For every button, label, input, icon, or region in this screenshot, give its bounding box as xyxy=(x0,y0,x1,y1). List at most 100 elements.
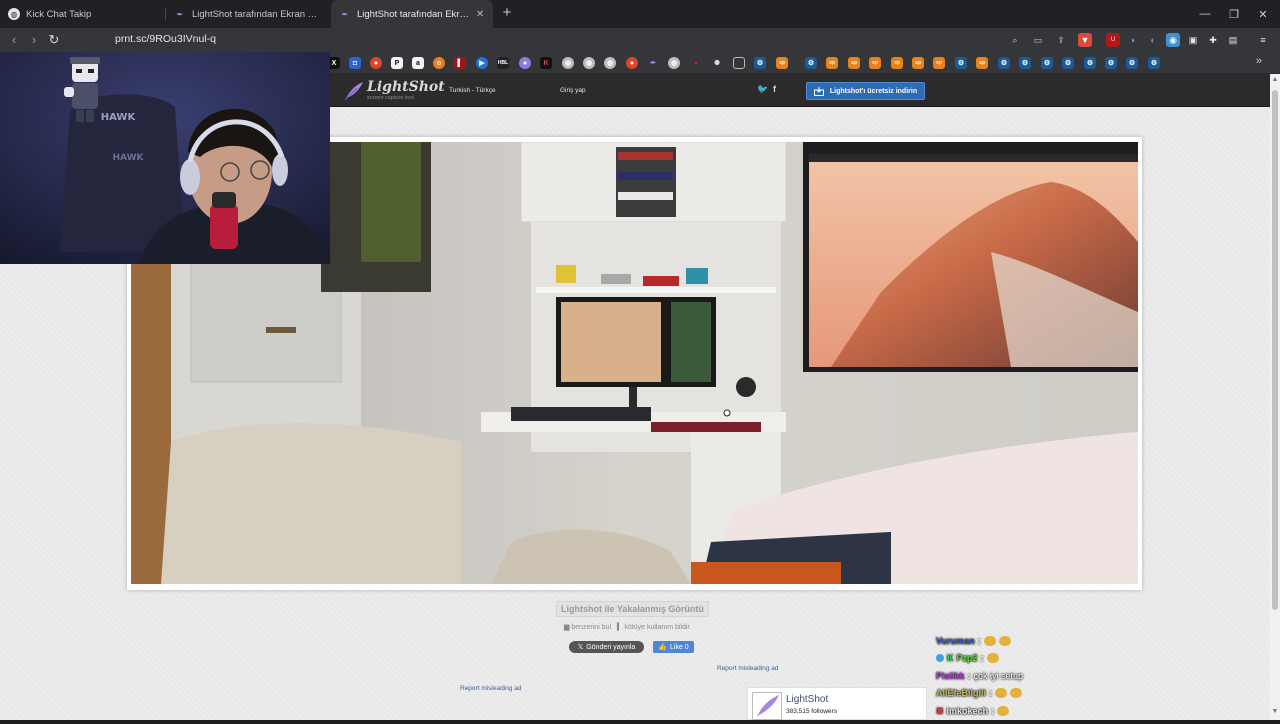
bookmark-globe-icon[interactable]: ◍ xyxy=(604,57,616,69)
emote-icon xyxy=(983,636,996,646)
chat-message: K Pzp2 : xyxy=(936,651,999,665)
bookmark-skinport-icon[interactable]: sp xyxy=(826,57,838,69)
bookmark-reddit-icon[interactable]: ● xyxy=(370,57,382,69)
cast-icon[interactable]: ▭ xyxy=(1031,33,1045,47)
bookmark-red-icon[interactable]: ▌ xyxy=(454,57,466,69)
bookmark-reddit-icon[interactable]: ● xyxy=(626,57,638,69)
bookmark-steam-icon[interactable]: ⚙ xyxy=(1041,57,1053,69)
bookmark-folder-icon[interactable] xyxy=(733,57,745,69)
bookmark-steam-icon[interactable]: ⚙ xyxy=(754,57,766,69)
camera-icon: ▆ xyxy=(564,624,570,631)
extension-dim-icon[interactable]: ◐ xyxy=(1146,33,1160,47)
close-tab-icon[interactable]: ✕ xyxy=(475,9,485,20)
extensions-puzzle-icon[interactable]: ✚ xyxy=(1206,33,1220,47)
tab-kick-chat[interactable]: ◍ Kick Chat Takip xyxy=(0,0,165,28)
scroll-thumb[interactable] xyxy=(1272,90,1278,610)
lightshot-page-avatar xyxy=(752,692,782,720)
tab-lightshot-1[interactable]: ✒ LightShot tarafından Ekran Görüntüsü xyxy=(166,0,329,28)
ublock-icon[interactable]: U xyxy=(1106,33,1120,47)
bookmark-steam-icon[interactable]: ⚙ xyxy=(1019,57,1031,69)
reload-icon[interactable]: ↻ xyxy=(45,31,63,49)
chair-brand-text: HAWK xyxy=(113,153,145,163)
bookmark-amazon-icon[interactable]: a xyxy=(412,57,424,69)
emote-icon xyxy=(998,636,1011,646)
bookmark-skinport-icon[interactable]: sp xyxy=(912,57,924,69)
bookmark-steam-icon[interactable]: ⚙ xyxy=(998,57,1010,69)
bookmark-globe-icon[interactable]: ◍ xyxy=(562,57,574,69)
page-scrollbar[interactable]: ▲ ▼ xyxy=(1270,74,1280,720)
feather-logo-icon xyxy=(757,695,779,717)
bookmark-steam-icon[interactable]: ⚙ xyxy=(805,57,817,69)
chat-message: AliEfeBilgili : xyxy=(936,686,1023,700)
lightshot-logo[interactable]: LightShot screen capture tool xyxy=(343,78,445,104)
download-button[interactable]: Lightshot'ı ücretsiz indirin xyxy=(806,82,925,100)
mascot-avatar-icon xyxy=(64,57,100,122)
emote-icon xyxy=(995,688,1008,698)
forward-icon[interactable]: › xyxy=(25,31,43,49)
share-icon[interactable]: ⇪ xyxy=(1054,33,1068,47)
bookmark-skinport-icon[interactable]: sp xyxy=(776,57,788,69)
bookmark-skinport-icon[interactable]: sp xyxy=(869,57,881,69)
x-logo-icon: 𝕏 xyxy=(577,644,584,651)
chat-message: Pislikk : çok iyi setup xyxy=(936,671,1024,681)
facebook-followers: 383,515 followers xyxy=(786,708,837,715)
tweet-button[interactable]: 𝕏 Gönderi yayınla xyxy=(569,641,644,653)
bookmark-play-icon[interactable]: ▶ xyxy=(476,57,488,69)
bookmark-skinport-icon[interactable]: sp xyxy=(933,57,945,69)
globe-icon: ◍ xyxy=(8,8,20,20)
feather-icon: ✒ xyxy=(341,9,349,19)
bookmark-steam-icon[interactable]: ⚙ xyxy=(1105,57,1117,69)
bookmark-openai-icon[interactable]: ✺ xyxy=(711,57,723,69)
bookmark-globe-icon[interactable]: ◍ xyxy=(583,57,595,69)
emote-icon xyxy=(997,706,1010,716)
bookmarks-overflow-icon[interactable]: » xyxy=(1256,55,1262,67)
chat-message: Vuruman : xyxy=(936,634,1011,648)
close-window-button[interactable]: ✕ xyxy=(1246,0,1280,28)
bookmark-steam-icon[interactable]: ⚙ xyxy=(955,57,967,69)
facebook-page-name[interactable]: LightShot xyxy=(786,694,828,705)
bookmark-skinport-icon[interactable]: sp xyxy=(848,57,860,69)
facebook-like-button[interactable]: 👍 Like 0 xyxy=(653,641,694,653)
report-ad-link[interactable]: Report misleading ad xyxy=(717,665,778,672)
sidebar-icon[interactable]: ▤ xyxy=(1226,33,1240,47)
facebook-page-widget[interactable]: LightShot 383,515 followers xyxy=(747,687,927,720)
scroll-up-icon[interactable]: ▲ xyxy=(1270,76,1280,86)
browser-toolbar: ‹ › ↻ prnt.sc/9ROu3IVnul-q ⌕ ▭ ⇪ ▼ U ◗ ◐… xyxy=(0,28,1280,52)
bookmark-skinport-icon[interactable]: sp xyxy=(891,57,903,69)
bookmark-feather-icon[interactable]: ✒ xyxy=(647,57,659,69)
bookmark-steam-icon[interactable]: ⚙ xyxy=(1148,57,1160,69)
bookmark-steam-icon[interactable]: ⚙ xyxy=(1062,57,1074,69)
extension-globe-icon[interactable]: ◉ xyxy=(1166,33,1180,47)
bookmark-globe-icon[interactable]: ◍ xyxy=(668,57,680,69)
twitter-icon[interactable]: 🐦 xyxy=(757,84,768,95)
bookmark-red-dot-icon[interactable]: ● xyxy=(690,57,702,69)
bookmark-steam-icon[interactable]: ⚙ xyxy=(1126,57,1138,69)
bookmark-skinport-icon[interactable]: sp xyxy=(976,57,988,69)
bookmark-app-icon[interactable]: ◘ xyxy=(349,57,361,69)
bookmark-purple-icon[interactable]: ● xyxy=(519,57,531,69)
back-icon[interactable]: ‹ xyxy=(5,31,23,49)
report-abuse-link[interactable]: ▍ kötüye kullanım bildir xyxy=(617,623,690,631)
tab-lightshot-2[interactable]: ✒ LightShot tarafından Ekran Görüntüsü ✕ xyxy=(331,0,493,28)
zoom-icon[interactable]: ⌕ xyxy=(1008,33,1022,47)
download-icon xyxy=(813,86,824,96)
bookmark-hbl-icon[interactable]: HBL xyxy=(497,57,509,69)
brave-shield-icon[interactable]: ▼ xyxy=(1078,33,1092,47)
find-similar-link[interactable]: ▆ benzerini bul xyxy=(564,623,611,631)
new-tab-button[interactable]: + xyxy=(498,4,516,22)
extension-window-icon[interactable]: ▣ xyxy=(1186,33,1200,47)
facebook-icon[interactable]: f xyxy=(773,84,776,94)
extension-audio-icon[interactable]: ◗ xyxy=(1126,33,1140,47)
bookmark-orange-icon[interactable]: o xyxy=(433,57,445,69)
bookmark-steam-icon[interactable]: ⚙ xyxy=(1084,57,1096,69)
report-ad-link[interactable]: Report misleading ad xyxy=(460,685,521,692)
scroll-down-icon[interactable]: ▼ xyxy=(1270,708,1280,718)
address-bar[interactable]: prnt.sc/9ROu3IVnul-q xyxy=(115,33,216,45)
bookmark-kick-icon[interactable]: K xyxy=(540,57,552,69)
cursor-icon xyxy=(723,409,731,417)
login-link[interactable]: Giriş yap xyxy=(560,87,586,94)
menu-icon[interactable]: ≡ xyxy=(1256,33,1270,47)
bookmark-p-icon[interactable]: P xyxy=(391,57,403,69)
language-selector[interactable]: Turkish - Türkçe xyxy=(449,87,496,94)
kick-badge-icon: K xyxy=(947,653,954,663)
